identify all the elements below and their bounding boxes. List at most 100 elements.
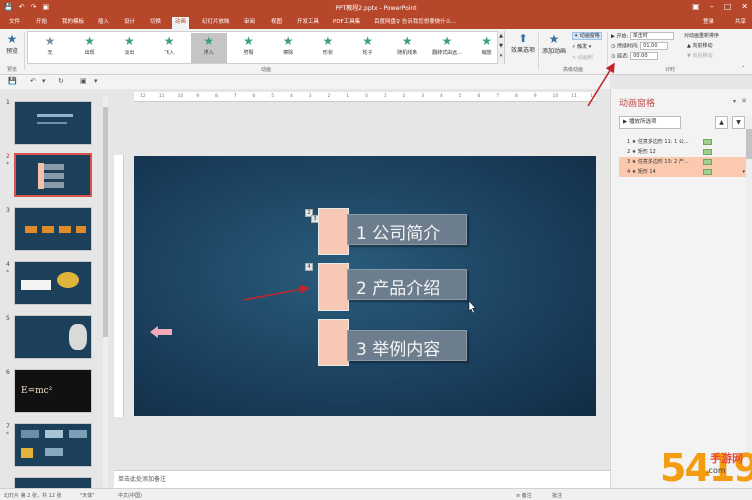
redo-small-icon[interactable]: ↻ [58, 77, 64, 85]
save-small-icon[interactable]: 💾 [8, 77, 17, 85]
animation-item-2[interactable]: 2 ★ 矩形 12 [619, 147, 747, 157]
slide-thumbnail-pane: 1 2 * 3 4 * 5 6 E=mc² 7 * [0, 89, 110, 489]
animation-option[interactable]: ★ 出现 [72, 33, 108, 63]
notes-area[interactable]: 单击此处添加备注 [114, 470, 610, 488]
tab-review[interactable]: 审阅 [241, 17, 258, 29]
animation-item-4[interactable]: 4 ★ 矩形 14 ▾ [619, 167, 747, 177]
tab-transitions[interactable]: 切换 [147, 17, 164, 29]
pink-marker-3[interactable] [318, 319, 349, 366]
animation-option[interactable]: ★ 无 [32, 33, 68, 63]
notes-toggle[interactable]: ≡ 备注 [516, 492, 532, 499]
effect-options-button[interactable]: ⬆ 效果选项 [509, 32, 537, 54]
slideshow-small-icon[interactable]: ▣ [80, 77, 87, 85]
tab-pdf-tools[interactable]: PDF工具集 [330, 17, 363, 29]
move-up-button[interactable]: ▲ [715, 116, 728, 129]
ribbon-display-icon[interactable]: ▣ [692, 2, 700, 11]
tab-home[interactable]: 开始 [33, 17, 50, 29]
slide-canvas[interactable]: 2 3 1 公司简介 4 2 产品介绍 3 举例内容 [134, 156, 596, 416]
animation-option[interactable]: ★ 翻转式由远... [429, 33, 465, 63]
slide-thumbnail-3[interactable] [14, 207, 92, 251]
back-arrow-shape[interactable] [150, 326, 172, 338]
tab-my-templates[interactable]: 我的模板 [59, 17, 87, 29]
animation-option[interactable]: ★ 形状 [310, 33, 346, 63]
move-later-button[interactable]: ▼ 向后移动 [687, 52, 712, 59]
animation-option[interactable]: ★ 轮子 [350, 33, 386, 63]
slide-thumbnail-2[interactable] [14, 153, 92, 197]
title-bar: 💾 ↶ ↷ ▣ PPT教程2.pptx - PowerPoint ▣ – □ ✕ [0, 0, 752, 15]
undo-small-icon[interactable]: ↶ [30, 77, 36, 85]
animation-option-label: 擦除 [283, 50, 294, 56]
animation-pane-button[interactable]: ✦ 动画窗格 [572, 32, 602, 40]
theme-name: "天体" [80, 493, 95, 499]
undo-dropdown-icon[interactable]: ▾ [42, 77, 46, 85]
delay-input[interactable]: 00.00 [630, 52, 659, 60]
slide-thumbnail-4[interactable] [14, 261, 92, 305]
tab-baidu-netdisk[interactable]: 百度网盘 [371, 17, 399, 29]
ribbon-tabs: 文件 开始 我的模板 插入 设计 切换 动画 幻灯片放映 审阅 视图 开发工具 … [0, 15, 752, 29]
slide-thumbnail-1[interactable] [14, 101, 92, 145]
animation-item-3[interactable]: 3 ★ 任意多边形 13: 2 产... [619, 157, 747, 167]
preview-button[interactable]: ★ 预览 [3, 32, 21, 55]
tab-slideshow[interactable]: 幻灯片放映 [199, 17, 233, 29]
animation-option[interactable]: ★ 擦除 [270, 33, 306, 63]
animation-painter-button[interactable]: ✎ 动画刷 [572, 54, 593, 61]
ruler-tick-label: 12 [590, 94, 596, 99]
animation-option[interactable]: ★ 浮入 [190, 33, 227, 63]
effect-options-label: 效果选项 [510, 47, 535, 54]
tell-me-search[interactable]: ♀ 告诉我您想要做什么... [396, 17, 457, 25]
slide-thumbnail-7[interactable] [14, 423, 92, 467]
pane-scrollbar[interactable] [746, 115, 752, 475]
tab-developer[interactable]: 开发工具 [294, 17, 322, 29]
login-link[interactable]: 登录 [703, 17, 714, 25]
animations-ribbon: ★ 预览 预览 ★ 无 ★ 出现 ★ 淡出 ★ 飞入 ★ 浮入 ★ 劈裂 ★ 擦除 ★ 形状 ★ 轮子 ★ 随机线条 ★… [0, 29, 752, 75]
slide-thumbnail-5[interactable] [14, 315, 92, 359]
status-bar: 幻灯片 第 2 张，共 12 张 "天体" 中文(中国) ≡ 备注 批注 [0, 488, 752, 500]
slide-number-2: 2 [6, 153, 10, 160]
tab-view[interactable]: 视图 [268, 17, 285, 29]
start-select[interactable]: 单击时 [629, 32, 674, 40]
minimize-icon[interactable]: – [710, 2, 714, 11]
effect-options-icon: ⬆ [518, 32, 528, 45]
move-down-button[interactable]: ▼ [732, 116, 745, 129]
ruler-tick-label: 9 [196, 94, 200, 99]
trigger-button[interactable]: ⚡ 触发 ▾ [572, 43, 591, 50]
play-selected-button[interactable]: ▶ 播放所选项 [619, 116, 681, 129]
ruler-tick-label: 7 [233, 94, 237, 99]
pink-marker-2[interactable] [318, 263, 349, 311]
collapse-ribbon-icon[interactable]: ˄ [742, 66, 745, 72]
menu-item-1[interactable]: 1 公司简介 [347, 214, 467, 245]
animation-option[interactable]: ★ 淡出 [111, 33, 147, 63]
add-animation-button[interactable]: ★ 添加动画 [540, 32, 568, 55]
ruler-tick-label: 3 [421, 94, 425, 99]
menu-item-3[interactable]: 3 举例内容 [347, 330, 467, 361]
duration-input[interactable]: 01.00 [640, 42, 669, 50]
animation-option-label: 翻转式由远... [432, 50, 462, 56]
window-title: PPT教程2.pptx - PowerPoint [335, 5, 417, 12]
thumbnail-scrollbar[interactable] [103, 97, 108, 487]
tab-animations[interactable]: 动画 [172, 17, 190, 29]
tab-file[interactable]: 文件 [6, 17, 23, 29]
close-icon[interactable]: ✕ [741, 2, 748, 11]
animation-pane-icon: ✦ [574, 33, 579, 39]
maximize-icon[interactable]: □ [724, 2, 732, 11]
customize-qat-icon[interactable]: ▾ [94, 77, 98, 85]
slide-thumbnail-6[interactable]: E=mc² [14, 369, 92, 413]
tab-design[interactable]: 设计 [121, 17, 138, 29]
comments-toggle[interactable]: 批注 [552, 492, 562, 499]
animation-option-label: 浮入 [203, 50, 214, 56]
pane-close-icon[interactable]: ✕ [741, 97, 747, 105]
share-button[interactable]: 共享 [735, 17, 746, 25]
animation-item-1[interactable]: 1 ★ 任意多边形 11: 1 公... [619, 137, 747, 147]
pink-marker-1[interactable] [318, 208, 349, 255]
animation-option[interactable]: ★ 劈裂 [231, 33, 267, 63]
animation-option[interactable]: ★ 随机线条 [389, 33, 425, 63]
gallery-scroll[interactable]: ▲ ▼ ▾ [497, 31, 504, 64]
anim-tag-4[interactable]: 4 [305, 263, 313, 271]
animation-option[interactable]: ★ 飞入 [151, 33, 187, 63]
pane-options-icon[interactable]: ▾ [733, 98, 736, 105]
move-earlier-button[interactable]: ▲ 向前移动 [687, 42, 712, 49]
animation-star-icon: ★ [322, 34, 334, 48]
language-indicator[interactable]: 中文(中国) [118, 492, 142, 499]
tab-insert[interactable]: 插入 [95, 17, 112, 29]
menu-item-2[interactable]: 2 产品介绍 [347, 269, 467, 300]
